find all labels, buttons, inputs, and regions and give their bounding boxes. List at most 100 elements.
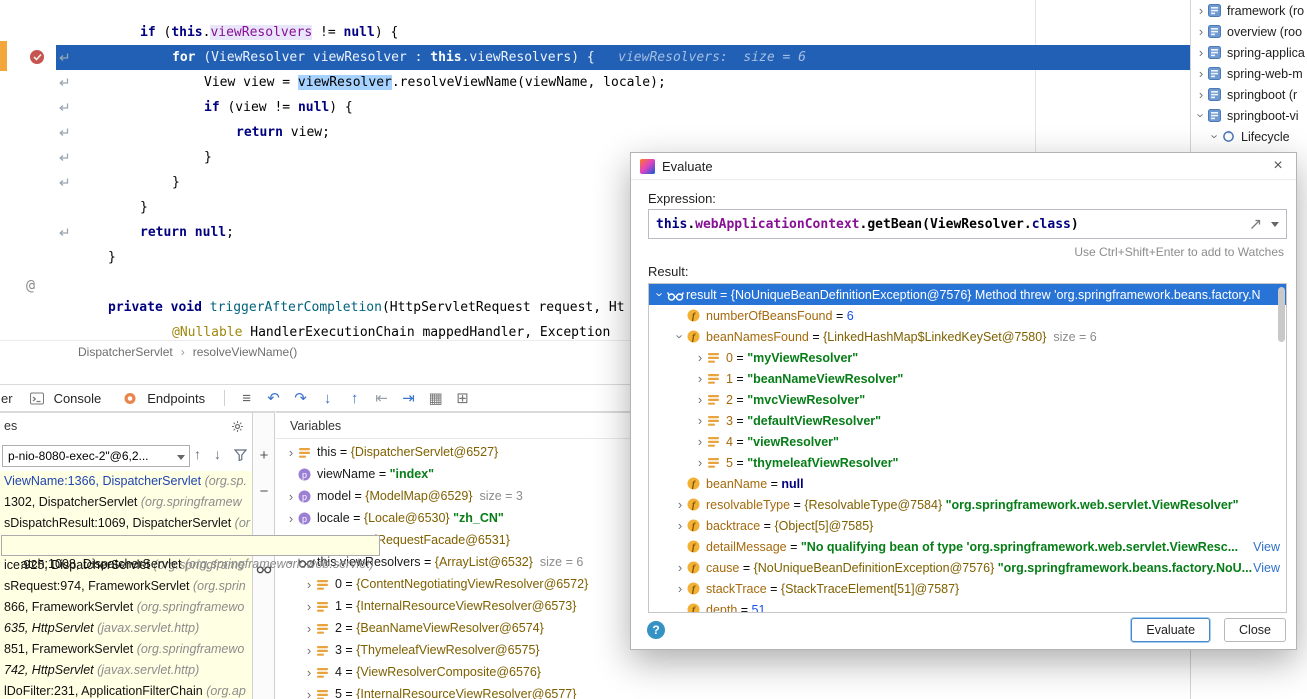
expression-input[interactable]: this.webApplicationContext.getBean(ViewR… xyxy=(648,209,1287,239)
chevron-down-icon[interactable]: › xyxy=(653,288,668,302)
variable-row[interactable]: ›5 = {InternalResourceViewResolver@6577} xyxy=(276,683,1190,699)
result-tree-row[interactable]: ›4 = "viewResolver" xyxy=(649,431,1286,452)
chevron-right-icon[interactable]: › xyxy=(284,489,298,504)
tab-debugger-partial[interactable]: er xyxy=(0,391,19,406)
result-tree-row[interactable]: ›fresolvableType = {ResolvableType@7584}… xyxy=(649,494,1286,515)
dialog-titlebar[interactable]: Evaluate xyxy=(631,153,1296,180)
gutter-marker-icon[interactable] xyxy=(58,76,70,88)
frame-down-icon[interactable]: ↓ xyxy=(214,446,221,462)
chevron-right-icon[interactable]: › xyxy=(1194,66,1208,81)
project-tree-item[interactable]: ›springboot (r xyxy=(1191,84,1307,105)
gutter-marker-icon[interactable] xyxy=(58,101,70,113)
chevron-right-icon[interactable]: › xyxy=(673,560,687,575)
step-into-icon[interactable]: ↓ xyxy=(314,387,341,409)
result-tree-row[interactable]: ›2 = "mvcViewResolver" xyxy=(649,389,1286,410)
result-tree-row[interactable]: ›3 = "defaultViewResolver" xyxy=(649,410,1286,431)
result-tree-row[interactable]: ›fcause = {NoUniqueBeanDefinitionExcepti… xyxy=(649,557,1286,578)
tab-console[interactable]: Console xyxy=(19,385,113,411)
result-tree-row[interactable]: fdetailMessage = "No qualifying bean of … xyxy=(649,536,1286,557)
gutter-marker-icon[interactable] xyxy=(58,226,70,238)
filter-icon[interactable] xyxy=(234,448,247,464)
remove-watch-icon[interactable]: − xyxy=(256,483,272,499)
result-tree-row[interactable]: ›fbeanNamesFound = {LinkedHashMap$Linked… xyxy=(649,326,1286,347)
stack-frame-row[interactable]: 742, HttpServlet (javax.servlet.http) xyxy=(0,660,252,681)
evaluate-button[interactable]: Evaluate xyxy=(1131,618,1210,642)
result-tree-row[interactable]: ›0 = "myViewResolver" xyxy=(649,347,1286,368)
project-tree-item[interactable]: ›springboot-vi xyxy=(1191,105,1307,126)
stack-frame-row[interactable]: sRequest:974, FrameworkServlet (org.spri… xyxy=(0,576,252,597)
gutter-marker-icon[interactable] xyxy=(58,151,70,163)
project-tree-item[interactable]: ›spring-applica xyxy=(1191,42,1307,63)
project-tree-item[interactable]: ›overview (roo xyxy=(1191,21,1307,42)
chevron-right-icon[interactable]: › xyxy=(284,445,298,460)
show-execution-point-icon[interactable]: ↶ xyxy=(260,387,287,409)
stack-frame-row[interactable]: sDispatchResult:1069, DispatcherServlet … xyxy=(0,513,252,534)
chevron-right-icon[interactable]: › xyxy=(693,413,707,428)
view-link[interactable]: View xyxy=(1253,561,1280,575)
gutter-marker-icon[interactable] xyxy=(58,51,70,63)
gutter-marker-icon[interactable] xyxy=(58,176,70,188)
result-tree-row[interactable]: fbeanName = null xyxy=(649,473,1286,494)
chevron-right-icon[interactable]: › xyxy=(673,518,687,533)
expand-icon[interactable] xyxy=(1247,219,1263,230)
scrollbar-thumb[interactable] xyxy=(1278,287,1285,342)
view-link[interactable]: View xyxy=(1253,540,1280,554)
result-tree-row[interactable]: fnumberOfBeansFound = 6 xyxy=(649,305,1286,326)
chevron-right-icon[interactable]: › xyxy=(693,350,707,365)
stack-frame-row[interactable]: 1302, DispatcherServlet (org.springframe… xyxy=(0,492,252,513)
project-tree-item[interactable]: ›Lifecycle xyxy=(1191,126,1307,147)
run-to-cursor-icon[interactable]: ⇥ xyxy=(395,387,422,409)
chevron-right-icon[interactable]: › xyxy=(302,621,316,636)
chevron-right-icon[interactable]: › xyxy=(302,665,316,680)
project-tree-item[interactable]: ›framework (ro xyxy=(1191,0,1307,21)
project-tree-item[interactable]: ›spring-web-m xyxy=(1191,63,1307,84)
close-icon[interactable] xyxy=(1269,157,1287,175)
chevron-down-icon[interactable]: › xyxy=(1194,109,1209,123)
evaluate-expression-icon[interactable]: ⊞ xyxy=(449,387,476,409)
settings-icon[interactable] xyxy=(231,420,244,436)
step-out-icon[interactable]: ↑ xyxy=(341,387,368,409)
gutter-marker-icon[interactable] xyxy=(58,126,70,138)
layout-menu-icon[interactable]: ≡ xyxy=(233,387,260,409)
help-icon[interactable] xyxy=(647,621,665,639)
chevron-right-icon[interactable]: › xyxy=(1194,45,1208,60)
frame-up-icon[interactable]: ↑ xyxy=(194,446,201,462)
chevron-down-icon[interactable]: › xyxy=(673,330,688,344)
chevron-right-icon[interactable]: › xyxy=(673,581,687,596)
variable-row[interactable]: ›4 = {ViewResolverComposite@6576} xyxy=(276,661,1190,683)
frames-tab-partial[interactable]: es xyxy=(4,419,17,433)
chevron-right-icon[interactable]: › xyxy=(693,392,707,407)
stack-frame-row[interactable]: ViewName:1366, DispatcherServlet (org.sp… xyxy=(0,471,252,492)
view-breakpoints-icon[interactable]: ▦ xyxy=(422,387,449,409)
chevron-right-icon[interactable]: › xyxy=(302,577,316,592)
breadcrumb-item-class[interactable]: DispatcherServlet xyxy=(78,345,173,359)
chevron-right-icon[interactable]: › xyxy=(302,599,316,614)
step-over-icon[interactable]: ↷ xyxy=(287,387,314,409)
chevron-down-icon[interactable] xyxy=(1271,222,1279,227)
chevron-right-icon[interactable]: › xyxy=(693,434,707,449)
result-tree-row[interactable]: ›result = {NoUniqueBeanDefinitionExcepti… xyxy=(649,284,1286,305)
result-tree-row[interactable]: ›fbacktrace = {Object[5]@7585} xyxy=(649,515,1286,536)
breakpoint-icon[interactable] xyxy=(30,50,44,64)
close-button[interactable]: Close xyxy=(1224,618,1286,642)
stack-frame-row[interactable]: 851, FrameworkServlet (org.springframewo xyxy=(0,639,252,660)
chevron-right-icon[interactable]: › xyxy=(302,643,316,658)
stack-frame-row[interactable]: 635, HttpServlet (javax.servlet.http) xyxy=(0,618,252,639)
chevron-right-icon[interactable]: › xyxy=(693,371,707,386)
chevron-right-icon[interactable]: › xyxy=(1194,87,1208,102)
tab-endpoints[interactable]: Endpoints xyxy=(112,385,216,411)
chevron-right-icon[interactable]: › xyxy=(1194,24,1208,39)
chevron-right-icon[interactable]: › xyxy=(302,687,316,699)
chevron-right-icon[interactable]: › xyxy=(284,511,298,526)
result-tree-row[interactable]: ›fstackTrace = {StackTraceElement[51]@75… xyxy=(649,578,1286,599)
result-tree-row[interactable]: ›1 = "beanNameViewResolver" xyxy=(649,368,1286,389)
add-watch-icon[interactable]: + xyxy=(256,447,272,463)
thread-selector[interactable]: p-nio-8080-exec-2"@6,2... xyxy=(2,445,190,467)
stack-frame-row[interactable]: lDoFilter:231, ApplicationFilterChain (o… xyxy=(0,681,252,699)
stack-frame-row[interactable]: 866, FrameworkServlet (org.springframewo xyxy=(0,597,252,618)
chevron-right-icon[interactable]: › xyxy=(693,455,707,470)
chevron-right-icon[interactable]: › xyxy=(673,497,687,512)
drop-frame-icon[interactable]: ⇤ xyxy=(368,387,395,409)
chevron-down-icon[interactable]: › xyxy=(1208,130,1223,144)
breadcrumb-item-method[interactable]: resolveViewName() xyxy=(193,345,297,359)
